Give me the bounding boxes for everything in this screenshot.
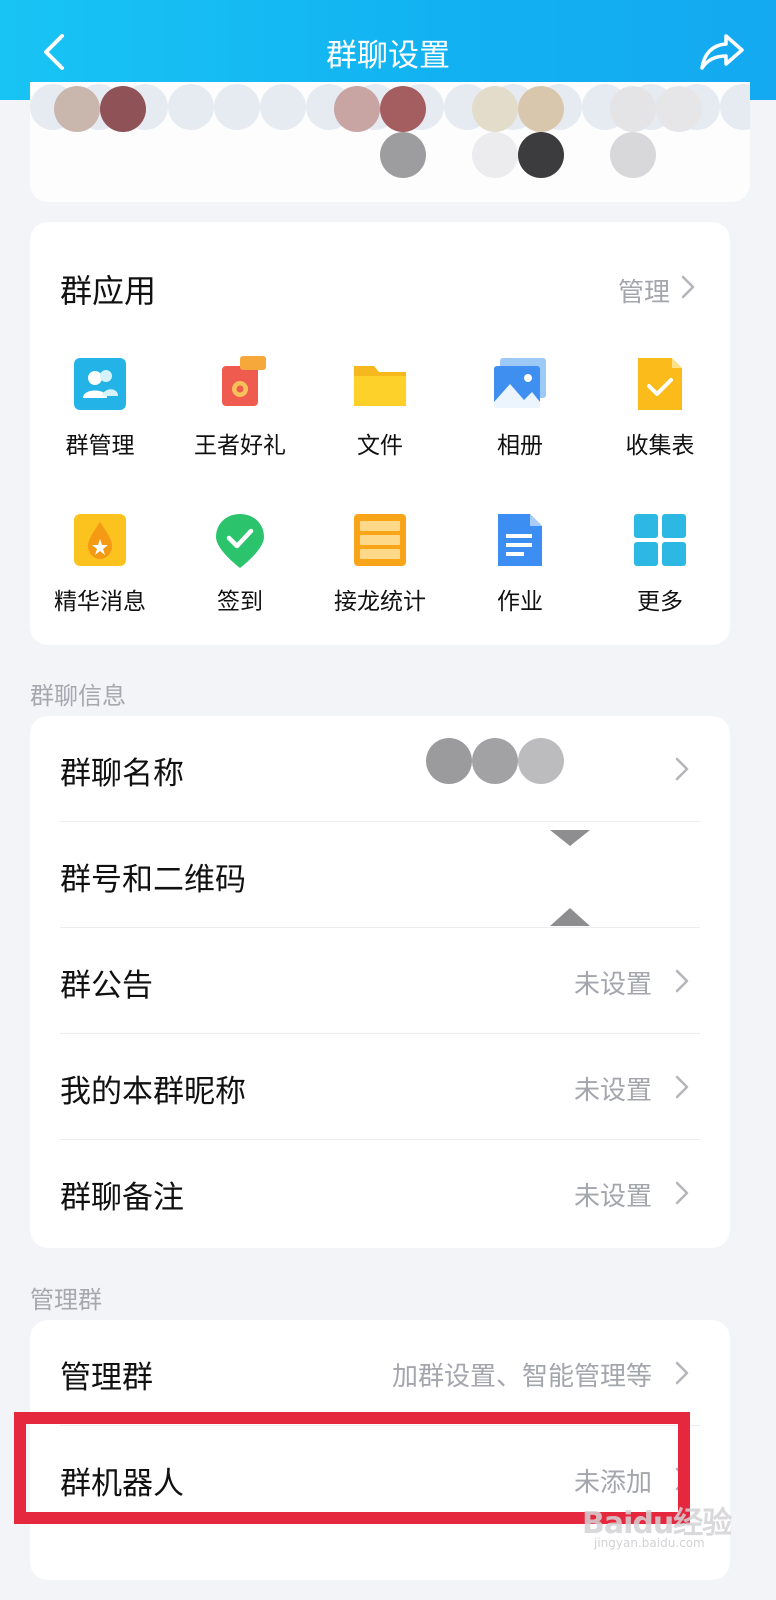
row-value: 未设置 [573,1182,652,1212]
app-label: 群管理 [65,433,135,459]
app-label: 王者好礼 [194,433,286,459]
app-checkin[interactable]: 签到 [170,512,310,632]
chevron-right-icon [675,1361,689,1385]
app-label: 相册 [497,433,543,459]
avatar[interactable] [656,86,702,132]
app-homework[interactable]: 作业 [450,512,590,632]
row-label: 群聊名称 [60,756,184,792]
avatar[interactable] [610,86,656,132]
manage-apps-link[interactable]: 管理 [618,272,670,309]
row-my-nickname[interactable]: 我的本群昵称 未设置 [30,1034,730,1140]
row-label: 管理群 [60,1360,153,1396]
group-manage-icon [74,358,126,410]
row-label: 我的本群昵称 [60,1074,246,1110]
chevron-right-icon [675,757,689,781]
homework-icon [498,514,542,566]
essence-icon [74,514,126,566]
form-collect-icon [638,358,682,410]
avatar[interactable] [380,86,426,132]
app-label: 更多 [637,589,683,615]
section-label-manage: 管理群 [30,1286,102,1314]
album-icon [494,358,546,408]
app-album[interactable]: 相册 [450,356,590,476]
row-announcement[interactable]: 群公告 未设置 [30,928,730,1034]
app-group-manage[interactable]: 群管理 [30,356,170,476]
member-avatar-strip[interactable] [30,82,750,202]
row-value: 加群设置、智能管理等 [391,1362,652,1392]
row-group-name[interactable]: 群聊名称 [30,716,730,822]
qr-code-icon [550,830,590,926]
app-label: 精华消息 [54,589,146,615]
row-value: 未设置 [573,970,652,1000]
redacted-value [472,738,518,784]
row-group-remark[interactable]: 群聊备注 未设置 [30,1140,730,1246]
app-chain-stat[interactable]: 接龙统计 [310,512,450,632]
app-label: 收集表 [625,433,695,459]
checkin-icon [216,514,264,568]
chevron-right-icon [675,969,689,993]
app-collect-form[interactable]: 收集表 [590,356,730,476]
group-info-card: 群聊名称 群号和二维码 群公告 未设置 我的本群昵称 未设置 群聊备注 未设置 [30,716,730,1248]
chevron-right-icon [675,1075,689,1099]
redacted-value [518,738,564,784]
row-label: 群聊备注 [60,1180,184,1216]
row-group-id-qr[interactable]: 群号和二维码 [30,822,730,928]
share-icon[interactable] [698,30,746,74]
app-king-gift[interactable]: 王者好礼 [170,356,310,476]
avatar[interactable] [334,86,380,132]
redacted-value [426,738,472,784]
avatar[interactable] [100,86,146,132]
row-manage-group[interactable]: 管理群 加群设置、智能管理等 [30,1320,730,1426]
chevron-right-icon [681,275,695,299]
more-grid-icon [634,514,686,566]
watermark-url: jingyan.baidu.com [594,1536,705,1550]
section-label-group-info: 群聊信息 [30,682,126,710]
avatar[interactable] [472,86,518,132]
avatar[interactable] [380,132,426,178]
chain-stat-icon [354,514,406,566]
folder-icon [354,366,406,406]
row-label: 群号和二维码 [60,862,246,898]
gift-icon [222,356,266,406]
app-essence[interactable]: 精华消息 [30,512,170,632]
avatar[interactable] [518,132,564,178]
group-apps-heading: 群应用 [60,272,157,310]
app-files[interactable]: 文件 [310,356,450,476]
avatar[interactable] [518,86,564,132]
app-label: 作业 [497,589,543,615]
group-apps-card: 群应用 管理 群管理 王者好礼 文件 相册 收集表 精华消息 签到 接龙统计 作… [30,222,730,645]
app-label: 接龙统计 [334,589,426,615]
app-more[interactable]: 更多 [590,512,730,632]
app-label: 文件 [357,433,403,459]
chevron-right-icon [675,1181,689,1205]
baidu-watermark: Baidu经验 jingyan.baidu.com [582,1498,732,1568]
avatar[interactable] [610,132,656,178]
row-value: 未设置 [573,1076,652,1106]
avatar[interactable] [472,132,518,178]
page-title: 群聊设置 [326,38,450,74]
app-label: 签到 [217,589,263,615]
row-label: 群公告 [60,968,153,1004]
avatar[interactable] [54,86,100,132]
